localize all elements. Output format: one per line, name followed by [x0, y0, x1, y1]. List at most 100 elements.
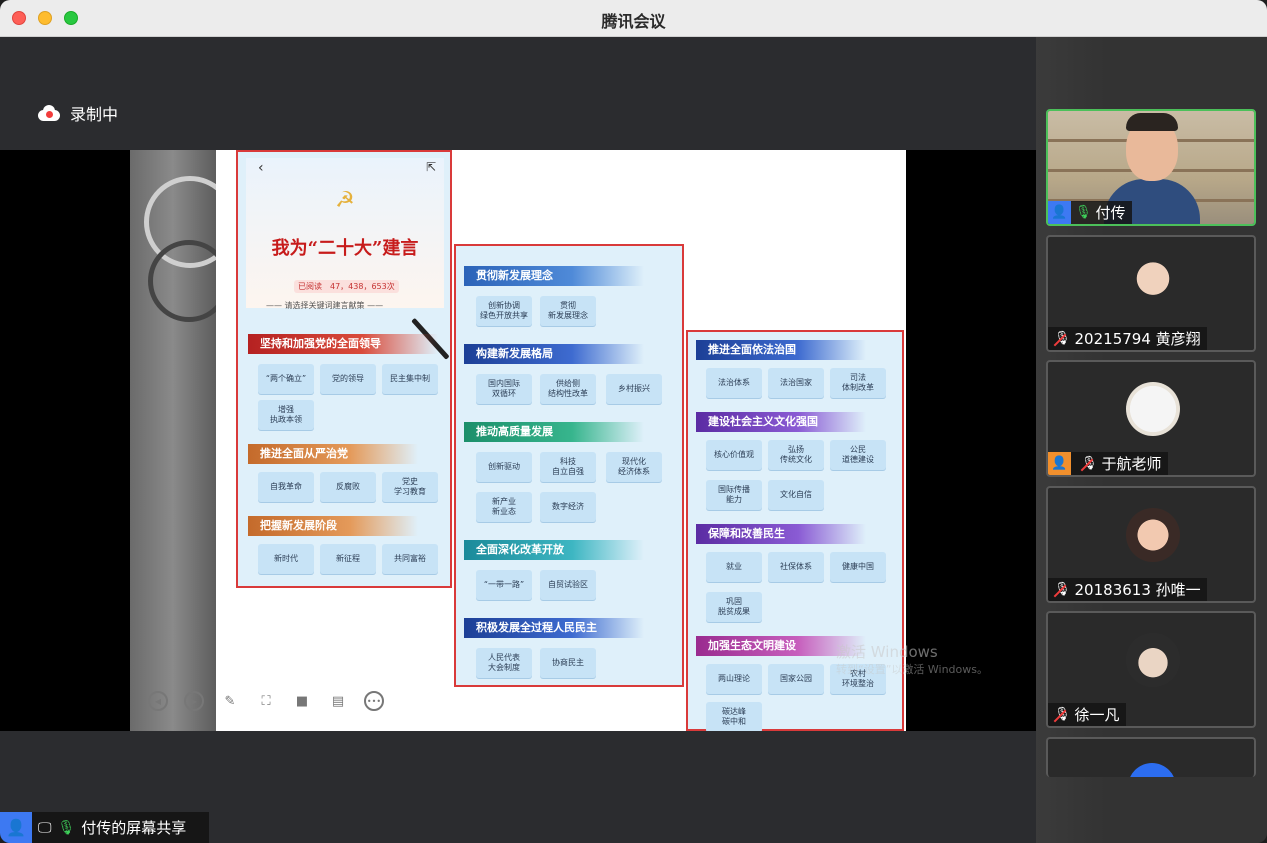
participant-avatar — [1126, 382, 1180, 436]
camera-icon[interactable]: ■ — [292, 691, 312, 711]
keyword-chip[interactable]: 共同富裕 — [382, 544, 438, 574]
keyword-chip[interactable]: 科技 自立自强 — [540, 452, 596, 482]
keyword-chip[interactable]: 两山理论 — [706, 664, 762, 694]
participant-tile[interactable] — [1046, 737, 1256, 777]
section-title: 保障和改善民生 — [696, 524, 866, 544]
read-count: 已阅读 47，438，653次 — [294, 280, 399, 293]
pen-icon[interactable]: ✎ — [220, 691, 240, 711]
section-title: 推进全面依法治国 — [696, 340, 866, 360]
next-icon[interactable]: ▶ — [184, 691, 204, 711]
keyword-chip[interactable]: 文化自信 — [768, 480, 824, 510]
slide-side-decoration — [130, 150, 236, 731]
participant-name: 20183613 孙唯一 — [1074, 581, 1201, 599]
participant-name-tag: 👤 🎙 付传 — [1048, 201, 1132, 224]
participant-name-tag: 🎙 20215794 黄彦翔 — [1048, 327, 1207, 350]
section-title: 贯彻新发展理念 — [464, 266, 644, 286]
keyword-chip[interactable]: 乡村振兴 — [606, 374, 662, 404]
recording-indicator[interactable]: 录制中 — [38, 101, 118, 125]
keyword-chip[interactable]: 民主集中制 — [382, 364, 438, 394]
participant-sidebar: 👤 🎙 付传 🎙 20215794 黄彦翔 👤 🎙 于航老师 🎙 2018361… — [1036, 37, 1267, 843]
keyword-chip[interactable]: 国家公园 — [768, 664, 824, 694]
keyword-chip[interactable]: 自我革命 — [258, 472, 314, 502]
keyword-chip[interactable]: 核心价值观 — [706, 440, 762, 470]
window-title: 腾讯会议 — [601, 12, 666, 31]
keyword-chip[interactable]: 贯彻 新发展理念 — [540, 296, 596, 326]
crop-icon[interactable]: ⛶ — [256, 691, 276, 711]
mic-on-icon: 🎙 — [57, 819, 76, 836]
keyword-chip[interactable]: 反腐败 — [320, 472, 376, 502]
keyword-chip[interactable]: “一带一路” — [476, 570, 532, 600]
participant-name: 付传 — [1095, 204, 1126, 222]
section-title: 全面深化改革开放 — [464, 540, 644, 560]
keyword-chip[interactable]: 健康中国 — [830, 552, 886, 582]
main-stage: 录制中 ‹ ⇱ ☭ 我为“二十大”建言 已阅读 47，438，653次 —— 请… — [0, 37, 1036, 843]
section-title: 积极发展全过程人民民主 — [464, 618, 644, 638]
share-name-tag: 👤 🖵 🎙 付传的屏幕共享 — [0, 812, 209, 843]
windows-activation-subtext: 转到“设置”以激活 Windows。 — [836, 663, 988, 676]
keyword-chip[interactable]: “两个确立” — [258, 364, 314, 394]
keyword-chip[interactable]: 增强 执政本领 — [258, 400, 314, 430]
participant-tile[interactable]: 👤 🎙 于航老师 — [1046, 360, 1256, 477]
participant-tile[interactable]: 🎙 徐一凡 — [1046, 611, 1256, 728]
keyword-chip[interactable]: 新产业 新业态 — [476, 492, 532, 522]
mic-muted-icon: 🎙 — [1075, 456, 1098, 471]
keyword-chip[interactable]: 就业 — [706, 552, 762, 582]
keyword-chip[interactable]: 国内国际 双循环 — [476, 374, 532, 404]
keyword-chip[interactable]: 人民代表 大会制度 — [476, 648, 532, 678]
mic-on-icon: 🎙 — [1075, 205, 1092, 220]
keyword-chip[interactable]: 自贸试验区 — [540, 570, 596, 600]
keyword-chip[interactable]: 公民 道德建设 — [830, 440, 886, 470]
keyword-chip[interactable]: 巩固 脱贫成果 — [706, 592, 762, 622]
person-icon: 👤 — [1048, 201, 1071, 224]
keyword-chip[interactable]: 司法 体制改革 — [830, 368, 886, 398]
participant-name-tag: 👤 🎙 于航老师 — [1048, 452, 1168, 475]
keyword-chip[interactable]: 党史 学习教育 — [382, 472, 438, 502]
keyword-chip[interactable]: 碳达峰 碳中和 — [706, 702, 762, 731]
prev-icon[interactable]: ◀ — [148, 691, 168, 711]
keyword-chip[interactable]: 弘扬 传统文化 — [768, 440, 824, 470]
participant-name: 徐一凡 — [1074, 706, 1120, 724]
keyword-chip[interactable]: 协商民主 — [540, 648, 596, 678]
poster-hint: —— 请选择关键词建言献策 —— — [266, 301, 384, 310]
participant-name: 20215794 黄彦翔 — [1074, 330, 1201, 348]
poster-panel-1: ‹ ⇱ ☭ 我为“二十大”建言 已阅读 47，438，653次 —— 请选择关键… — [236, 150, 452, 588]
keyword-chip[interactable]: 数字经济 — [540, 492, 596, 522]
person-icon: 👤 — [1048, 452, 1071, 475]
participant-tile[interactable]: 🎙 20215794 黄彦翔 — [1046, 235, 1256, 352]
recording-label: 录制中 — [70, 105, 119, 124]
participant-avatar — [1126, 508, 1180, 562]
keyword-chip[interactable]: 国际传播 能力 — [706, 480, 762, 510]
keyword-chip[interactable]: 党的领导 — [320, 364, 376, 394]
section-title: 把握新发展阶段 — [248, 516, 418, 536]
mic-muted-icon: 🎙 — [1048, 707, 1071, 722]
participant-name: 于航老师 — [1101, 455, 1162, 473]
participant-name-tag: 🎙 20183613 孙唯一 — [1048, 578, 1207, 601]
participant-avatar — [1126, 257, 1180, 311]
screen-share-icon: 🖵 — [38, 819, 52, 836]
cloud-record-icon — [38, 105, 60, 121]
keyword-chip[interactable]: 法治国家 — [768, 368, 824, 398]
participant-tile[interactable]: 🎙 20183613 孙唯一 — [1046, 486, 1256, 603]
keyword-chip[interactable]: 社保体系 — [768, 552, 824, 582]
keyword-chip[interactable]: 现代化 经济体系 — [606, 452, 662, 482]
poster-hero: ‹ ⇱ ☭ 我为“二十大”建言 已阅读 47，438，653次 —— 请选择关键… — [246, 158, 444, 310]
section-title: 构建新发展格局 — [464, 344, 644, 364]
comment-icon[interactable]: ▤ — [328, 691, 348, 711]
back-arrow-icon[interactable]: ‹ — [258, 160, 264, 176]
presentation-toolbar: ◀ ▶ ✎ ⛶ ■ ▤ ••• — [148, 691, 384, 711]
keyword-chip[interactable]: 新时代 — [258, 544, 314, 574]
participant-tile[interactable]: 👤 🎙 付传 — [1046, 109, 1256, 226]
external-link-icon[interactable]: ⇱ — [426, 160, 436, 174]
keyword-chip[interactable]: 供给侧 结构性改革 — [540, 374, 596, 404]
participant-avatar — [1128, 763, 1176, 777]
keyword-chip[interactable]: 创新协调 绿色开放共享 — [476, 296, 532, 326]
keyword-chip[interactable]: 创新驱动 — [476, 452, 532, 482]
section-title: 推进全面从严治党 — [248, 444, 418, 464]
mic-muted-icon: 🎙 — [1048, 331, 1071, 346]
keyword-chip[interactable]: 新征程 — [320, 544, 376, 574]
keyword-chip[interactable]: 法治体系 — [706, 368, 762, 398]
more-icon[interactable]: ••• — [364, 691, 384, 711]
participant-name-tag: 🎙 徐一凡 — [1048, 703, 1126, 726]
party-emblem-icon: ☭ — [335, 188, 355, 213]
title-bar: 腾讯会议 — [0, 0, 1267, 37]
